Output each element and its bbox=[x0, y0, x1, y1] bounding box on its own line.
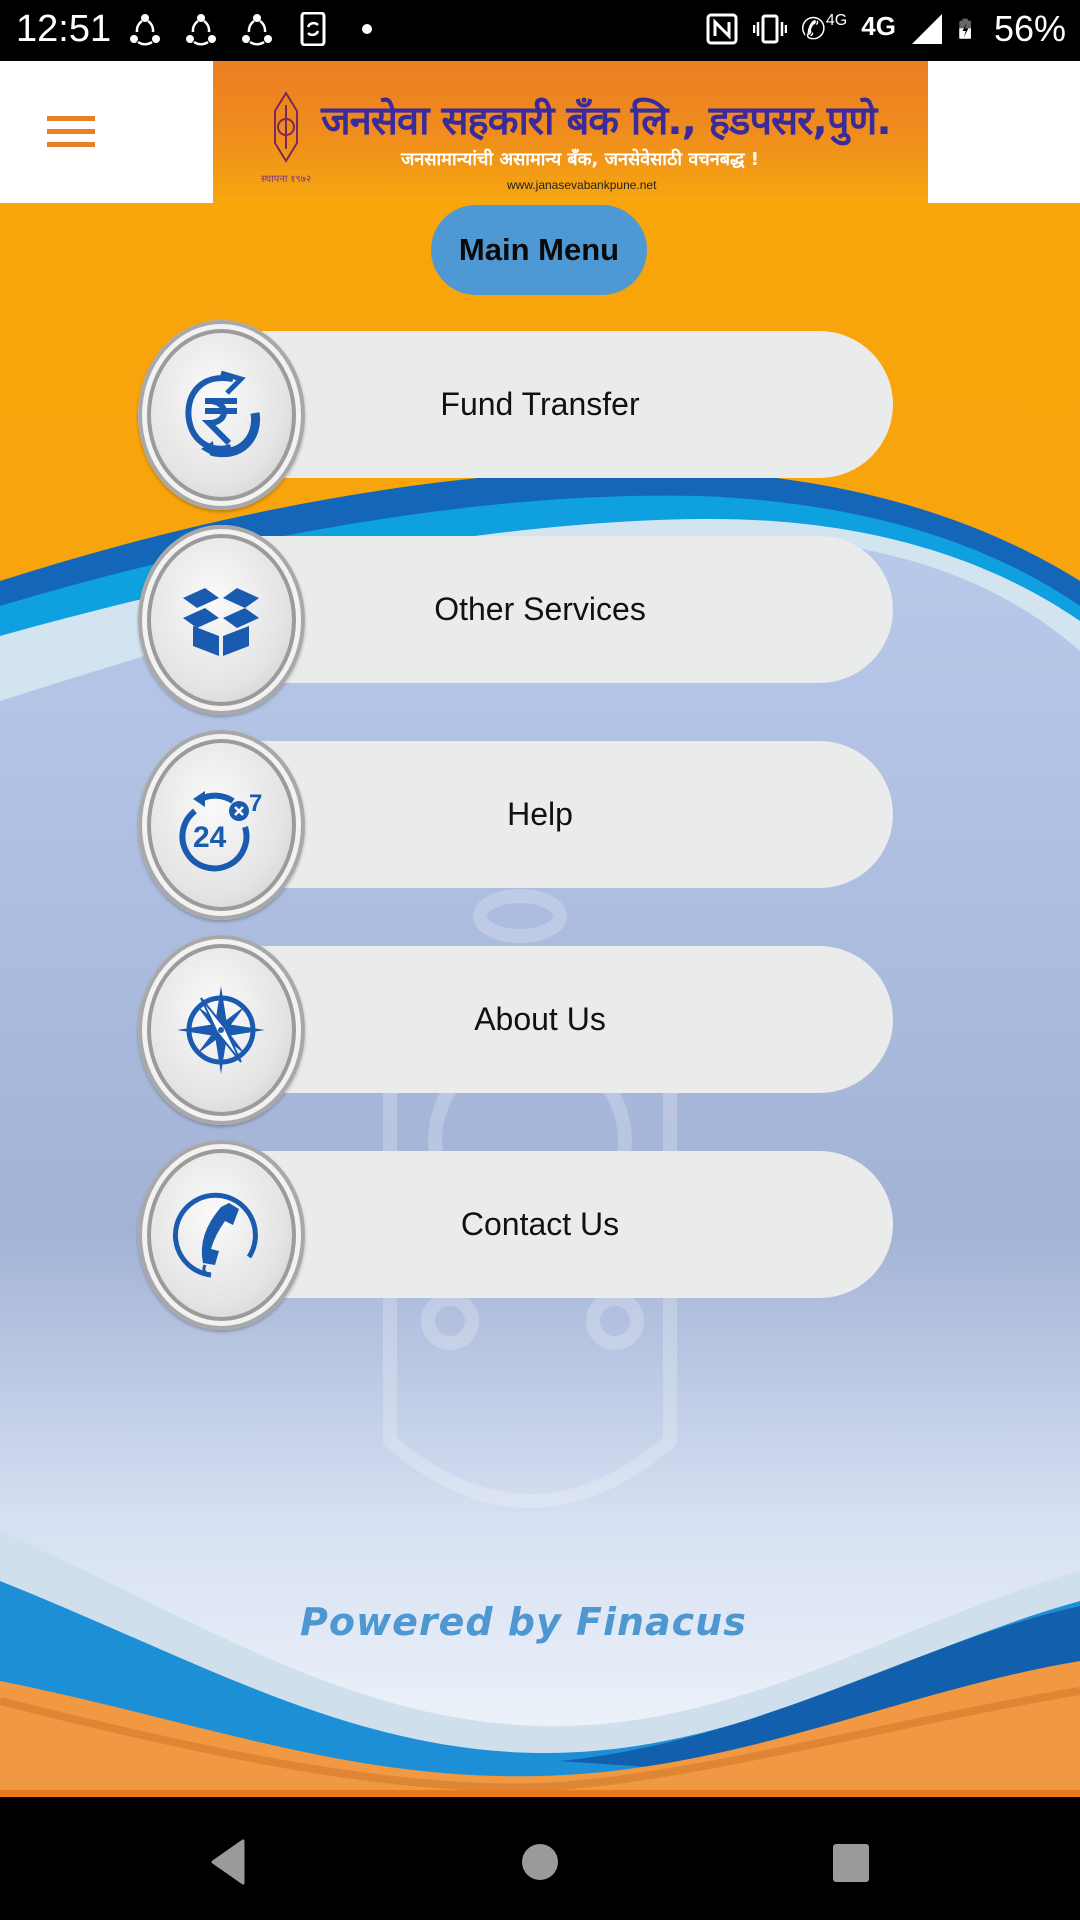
svg-text:7: 7 bbox=[249, 790, 262, 817]
menu-label: Help bbox=[507, 796, 573, 832]
bank-banner: स्थापना १९७२ जनसेवा सहकारी बँक लि., हडपस… bbox=[213, 61, 928, 203]
app-header: स्थापना १९७२ जनसेवा सहकारी बँक लि., हडपस… bbox=[0, 61, 1080, 203]
menu-icon-badge bbox=[138, 525, 305, 715]
hamburger-icon bbox=[47, 116, 95, 121]
hamburger-menu-button[interactable] bbox=[47, 116, 95, 148]
status-time: 12:51 bbox=[16, 8, 112, 50]
home-circle-icon bbox=[522, 1844, 558, 1880]
menu-item-help[interactable]: Help 7 24 bbox=[138, 730, 893, 920]
bank-website: www.janasevabankpune.net bbox=[507, 178, 657, 192]
back-button[interactable] bbox=[205, 1837, 255, 1887]
phone-icon bbox=[172, 1192, 258, 1278]
hamburger-icon-line bbox=[47, 129, 95, 134]
shareit-icon bbox=[130, 14, 160, 46]
bank-tagline: जनसामान्यांची असामान्य बँक, जनसेवेसाठी व… bbox=[401, 149, 759, 170]
network-4g-icon: 4G bbox=[861, 10, 896, 41]
notification-dot-icon bbox=[362, 24, 372, 34]
open-box-icon bbox=[183, 588, 259, 656]
bank-name: जनसेवा सहकारी बँक लि., हडपसर,पुणे. bbox=[321, 98, 892, 144]
status-left-icons bbox=[128, 12, 372, 46]
recents-square-icon bbox=[833, 1844, 869, 1882]
battery-charging-icon bbox=[959, 18, 971, 39]
nfc-icon bbox=[706, 13, 738, 45]
vibrate-icon bbox=[752, 14, 787, 44]
shareit-icon bbox=[186, 14, 216, 46]
menu-item-other-services[interactable]: Other Services bbox=[138, 525, 893, 715]
established-text: स्थापना १९७२ bbox=[261, 174, 312, 185]
menu-icon-badge bbox=[138, 320, 305, 510]
status-right-icons: ✆ 4G 4G 56% bbox=[705, 8, 1066, 50]
powered-by-text: Powered by Finacus bbox=[300, 1600, 747, 1644]
status-bar: 12:51 ✆ 4G 4G 56% bbox=[0, 0, 1080, 61]
svg-text:24: 24 bbox=[193, 821, 227, 854]
volte-call-icon: ✆ 4G bbox=[800, 11, 848, 46]
menu-icon-badge: 7 24 bbox=[138, 730, 305, 920]
hamburger-icon-line bbox=[47, 142, 95, 147]
menu-item-contact-us[interactable]: Contact Us bbox=[138, 1140, 893, 1330]
menu-label: Contact Us bbox=[460, 1206, 620, 1242]
menu-label: About Us bbox=[474, 1001, 606, 1037]
compass-icon bbox=[177, 986, 265, 1074]
menu-item-about-us[interactable]: About Us bbox=[138, 935, 893, 1125]
recents-button[interactable] bbox=[826, 1837, 876, 1887]
home-button[interactable] bbox=[515, 1837, 565, 1887]
menu-icon-badge bbox=[138, 1140, 305, 1330]
phone-sync-icon bbox=[300, 12, 326, 46]
system-nav-bar bbox=[0, 1797, 1080, 1920]
battery-percent: 56% bbox=[993, 8, 1066, 49]
app-screen: स्थापना १९७२ जनसेवा सहकारी बँक लि., हडपस… bbox=[0, 61, 1080, 1797]
support-24x7-icon: 7 24 bbox=[179, 790, 262, 872]
menu-label: Other Services bbox=[434, 591, 646, 627]
back-triangle-icon bbox=[211, 1839, 245, 1885]
menu-icon-badge bbox=[138, 935, 305, 1125]
menu-item-fund-transfer[interactable]: Fund Transfer bbox=[138, 320, 893, 510]
rupee-transfer-icon bbox=[185, 370, 261, 458]
signal-icon bbox=[911, 14, 942, 44]
shareit-icon bbox=[242, 14, 272, 46]
menu-label: Fund Transfer bbox=[440, 386, 640, 422]
main-menu-button[interactable]: Main Menu bbox=[431, 205, 647, 295]
bank-emblem-icon bbox=[274, 91, 298, 163]
